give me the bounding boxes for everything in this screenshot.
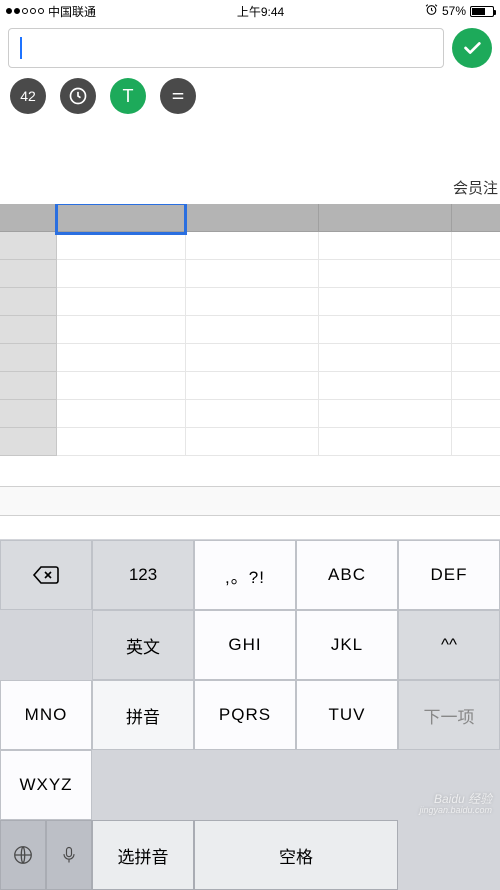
- sheet-gap: [0, 456, 500, 486]
- cell[interactable]: [186, 372, 319, 400]
- key-pqrs[interactable]: PQRS: [194, 680, 296, 750]
- spreadsheet-grid[interactable]: [0, 204, 500, 456]
- select-pinyin-key[interactable]: 选拼音: [92, 820, 194, 890]
- number-type-button[interactable]: 42: [10, 78, 46, 114]
- key-punct[interactable]: ,。?!: [194, 540, 296, 610]
- time-type-button[interactable]: [60, 78, 96, 114]
- row-header[interactable]: [0, 288, 57, 316]
- col-header[interactable]: [57, 204, 186, 232]
- sheet-title: 会员注: [453, 177, 498, 198]
- cell[interactable]: [186, 400, 319, 428]
- cell[interactable]: [319, 232, 452, 260]
- cell[interactable]: [186, 428, 319, 456]
- cell[interactable]: [57, 400, 186, 428]
- cell[interactable]: [452, 288, 500, 316]
- cell[interactable]: [319, 344, 452, 372]
- clock-time: 上午9:44: [237, 3, 284, 20]
- alarm-icon: [425, 3, 438, 19]
- cell[interactable]: [452, 344, 500, 372]
- sheet-footer: [0, 487, 500, 515]
- key-tuv[interactable]: TUV: [296, 680, 398, 750]
- battery-icon: [470, 6, 494, 17]
- text-type-button[interactable]: T: [110, 78, 146, 114]
- cell[interactable]: [57, 288, 186, 316]
- cell[interactable]: [57, 260, 186, 288]
- row-header[interactable]: [0, 428, 57, 456]
- col-header[interactable]: [319, 204, 452, 232]
- cell[interactable]: [57, 232, 186, 260]
- key-jkl[interactable]: JKL: [296, 610, 398, 680]
- key-caret[interactable]: ^^: [398, 610, 500, 680]
- row-header[interactable]: [0, 372, 57, 400]
- sheet-title-row: 会员注: [0, 122, 500, 204]
- key-123[interactable]: 123: [92, 540, 194, 610]
- confirm-button[interactable]: [452, 28, 492, 68]
- globe-key[interactable]: [0, 820, 46, 890]
- cell[interactable]: [319, 400, 452, 428]
- cell[interactable]: [57, 344, 186, 372]
- col-header[interactable]: [452, 204, 500, 232]
- key-mno[interactable]: MNO: [0, 680, 92, 750]
- cell[interactable]: [319, 316, 452, 344]
- status-bar: 中国联通 上午9:44 57%: [0, 0, 500, 22]
- cell[interactable]: [452, 428, 500, 456]
- cell[interactable]: [186, 260, 319, 288]
- cell[interactable]: [452, 232, 500, 260]
- cell[interactable]: [319, 260, 452, 288]
- cell-input[interactable]: [8, 28, 444, 68]
- key-wxyz[interactable]: WXYZ: [0, 750, 92, 820]
- cell[interactable]: [186, 288, 319, 316]
- next-key[interactable]: 下一项: [398, 680, 500, 750]
- cell[interactable]: [452, 316, 500, 344]
- spreadsheet-area: 会员注: [0, 122, 500, 516]
- cell[interactable]: [452, 372, 500, 400]
- battery-percent: 57%: [442, 4, 466, 18]
- row-header[interactable]: [0, 400, 57, 428]
- space-key[interactable]: 空格: [194, 820, 398, 890]
- status-left: 中国联通: [6, 3, 96, 20]
- cell[interactable]: [186, 316, 319, 344]
- row-header[interactable]: [0, 232, 57, 260]
- key-ghi[interactable]: GHI: [194, 610, 296, 680]
- cell[interactable]: [57, 372, 186, 400]
- cell[interactable]: [452, 400, 500, 428]
- grid-corner[interactable]: [0, 204, 57, 232]
- cell[interactable]: [57, 316, 186, 344]
- cell[interactable]: [186, 344, 319, 372]
- backspace-key[interactable]: [0, 540, 92, 610]
- keyboard: 123 ,。?! ABC DEF 英文 GHI JKL MNO 拼音 PQRS …: [0, 539, 500, 890]
- key-abc[interactable]: ABC: [296, 540, 398, 610]
- formula-input-row: [0, 22, 500, 78]
- row-header[interactable]: [0, 344, 57, 372]
- carrier-label: 中国联通: [48, 3, 96, 20]
- cell[interactable]: [319, 428, 452, 456]
- row-header[interactable]: [0, 260, 57, 288]
- cell[interactable]: [186, 232, 319, 260]
- key-pinyin[interactable]: 拼音: [92, 680, 194, 750]
- key-def[interactable]: DEF: [398, 540, 500, 610]
- formula-type-button[interactable]: [160, 78, 196, 114]
- col-header[interactable]: [186, 204, 319, 232]
- cell[interactable]: [57, 428, 186, 456]
- divider: [0, 515, 500, 516]
- key-english[interactable]: 英文: [92, 610, 194, 680]
- type-toolbar: 42 T: [0, 78, 500, 122]
- cell[interactable]: [452, 260, 500, 288]
- status-right: 57%: [425, 3, 494, 19]
- signal-strength-icon: [6, 8, 44, 14]
- row-header[interactable]: [0, 316, 57, 344]
- mic-key[interactable]: [46, 820, 92, 890]
- cell[interactable]: [319, 288, 452, 316]
- cell[interactable]: [319, 372, 452, 400]
- text-caret: [20, 37, 22, 59]
